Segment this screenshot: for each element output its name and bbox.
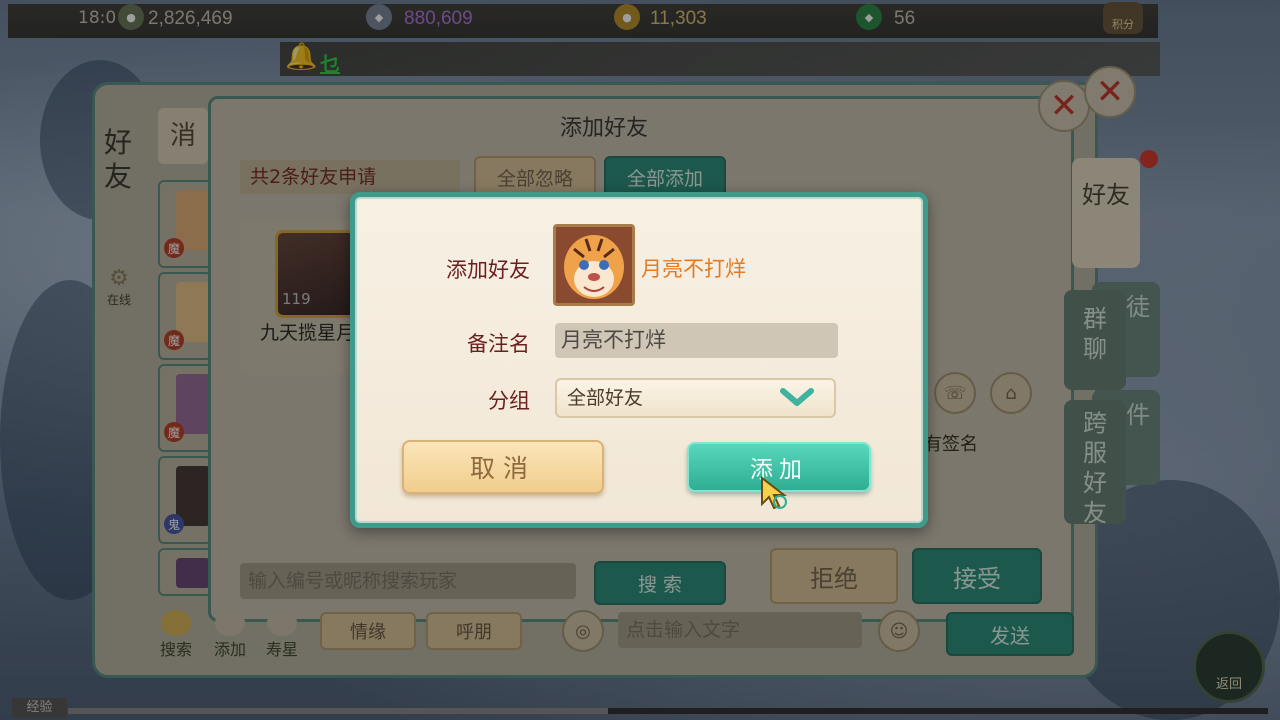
group-label: 分组 — [488, 389, 530, 413]
pointer-cursor-icon — [761, 476, 787, 510]
tiger-avatar-icon — [556, 227, 632, 303]
friend-avatar — [553, 224, 635, 306]
remark-input[interactable]: 月亮不打烊 — [555, 323, 838, 358]
chevron-svg — [780, 388, 814, 406]
cancel-button[interactable]: 取消 — [402, 440, 604, 494]
remark-label: 备注名 — [467, 332, 530, 356]
friend-name: 月亮不打烊 — [641, 257, 746, 281]
add-friend-label: 添加好友 — [446, 258, 530, 282]
chevron-down-icon[interactable] — [780, 386, 814, 410]
